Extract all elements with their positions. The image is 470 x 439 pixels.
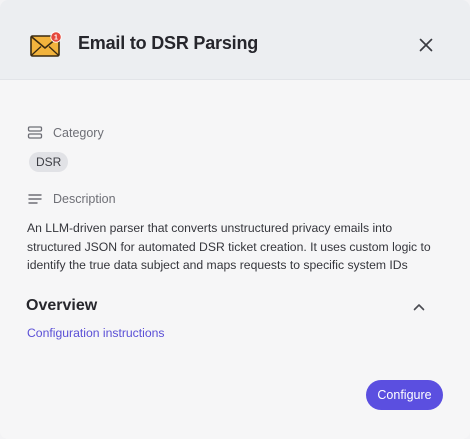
configure-button[interactable]: Configure — [366, 380, 443, 410]
close-button[interactable] — [412, 31, 440, 59]
category-section: Category — [27, 126, 104, 140]
stack-icon — [27, 126, 43, 140]
description-label: Description — [53, 192, 116, 206]
configuration-instructions-link[interactable]: Configuration instructions — [27, 326, 165, 340]
description-text: An LLM-driven parser that converts unstr… — [27, 221, 431, 272]
close-icon — [419, 38, 433, 52]
notification-count: 1 — [54, 35, 58, 42]
envelope-notification-icon: 1 — [30, 30, 64, 60]
overview-toggle[interactable] — [411, 299, 427, 315]
text-lines-icon — [27, 192, 43, 206]
description-section: Description — [27, 192, 116, 206]
integration-details-modal: 1 Email to DSR Parsing Category DSR Desc… — [0, 0, 470, 439]
modal-header: 1 Email to DSR Parsing — [0, 0, 470, 80]
chevron-up-icon — [413, 304, 425, 311]
category-label: Category — [53, 126, 104, 140]
category-chip: DSR — [29, 152, 69, 172]
modal-title: Email to DSR Parsing — [78, 33, 259, 53]
overview-heading: Overview — [26, 297, 98, 314]
